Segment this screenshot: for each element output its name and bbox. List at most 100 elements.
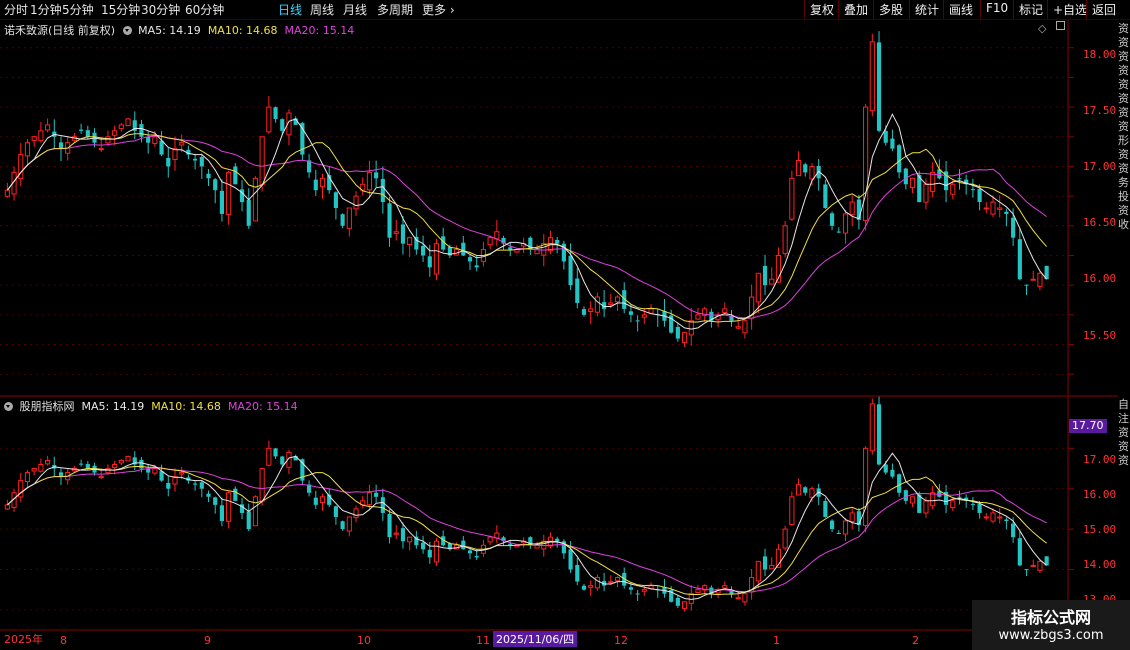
- candle-body-up: [487, 536, 493, 543]
- candle-body-up: [641, 589, 647, 592]
- candle-body-up: [24, 472, 31, 483]
- ma10-line: [7, 133, 1047, 323]
- date-tick: 10: [357, 634, 371, 647]
- candle-body-up: [118, 459, 124, 464]
- candle-body-up: [1037, 272, 1043, 287]
- candle-body-down: [340, 214, 345, 226]
- candle-body-down: [876, 404, 882, 465]
- cursor-price-box: 17.70: [1069, 419, 1107, 433]
- candle-body-down: [374, 492, 379, 497]
- candle-body-up: [252, 496, 259, 527]
- diamond-icon[interactable]: ◇: [1038, 22, 1046, 35]
- candle-body-down: [1017, 538, 1022, 566]
- candle-body-down: [213, 497, 218, 505]
- candle-body-up: [809, 488, 815, 498]
- candle-body-down: [568, 549, 573, 570]
- stock-title: 诺禾致源(日线 前复权): [4, 24, 116, 37]
- candle-body-down: [313, 497, 318, 505]
- candle-body-down: [380, 178, 385, 203]
- y-tick: 17.00: [1083, 453, 1117, 466]
- candle-body-up: [366, 171, 373, 191]
- candle-body-down: [280, 456, 285, 465]
- y-tick: 14.00: [1083, 558, 1117, 571]
- candle-body-down: [246, 511, 251, 530]
- candle-body-down: [420, 542, 426, 550]
- watermark-banner: 指标公式网 www.zbgs3.com: [972, 600, 1130, 650]
- candle-body-up: [1030, 564, 1036, 567]
- main-legend: 诺禾致源(日线 前复权) MA5: 14.19 MA10: 14.68 MA20…: [4, 22, 354, 38]
- candle-body-up: [4, 189, 10, 197]
- dropdown-circle-icon[interactable]: [4, 402, 13, 411]
- indicator-title: 股朋指标网: [19, 400, 75, 413]
- candle-body-down: [803, 164, 808, 173]
- candle-body-up: [722, 585, 728, 589]
- candle-body-up: [319, 496, 326, 503]
- candle-body-down: [977, 188, 982, 203]
- candle-body-up: [31, 136, 37, 141]
- y-tick: 18.00: [1083, 48, 1117, 61]
- candle-body-down: [139, 124, 144, 137]
- candle-body-down: [823, 184, 828, 208]
- y-tick: 16.50: [1083, 216, 1117, 229]
- candle-body-down: [883, 464, 888, 473]
- candle-body-up: [849, 512, 855, 522]
- candle-body-up: [983, 207, 989, 210]
- chart-frame: [0, 20, 1118, 631]
- candle-body-up: [950, 500, 956, 509]
- candle-body-up: [869, 41, 875, 112]
- ma20-value: MA20: 15.14: [284, 24, 355, 37]
- candle-body-up: [742, 320, 748, 334]
- candle-body-down: [374, 172, 379, 179]
- candle-body-down: [313, 179, 318, 191]
- dropdown-circle-icon[interactable]: [122, 26, 132, 35]
- candle-body-down: [628, 587, 634, 590]
- candle-body-down: [146, 136, 151, 143]
- candle-body-up: [769, 278, 775, 285]
- candle-body-down: [1011, 217, 1016, 238]
- candle-body-down: [461, 242, 466, 256]
- candle-body-down: [970, 504, 975, 506]
- candle-body-down: [474, 556, 479, 558]
- candle-body-down: [1024, 569, 1029, 571]
- candle-body-up: [98, 476, 104, 479]
- candle-body-down: [427, 549, 432, 558]
- candle-body-up: [614, 577, 621, 582]
- candle-body-down: [420, 245, 426, 256]
- candle-body-up: [681, 601, 688, 609]
- candle-body-up: [849, 201, 855, 216]
- candle-body-up: [259, 468, 265, 502]
- candle-body-up: [950, 183, 956, 195]
- candle-body-up: [1037, 560, 1043, 571]
- candle-body-up: [433, 540, 440, 563]
- candle-body-up: [695, 314, 701, 320]
- candle-body-up: [863, 106, 869, 221]
- kline-chart[interactable]: [0, 0, 1130, 650]
- candle-body-down: [575, 564, 580, 582]
- ma20-line: [7, 135, 1047, 319]
- candle-body-up: [909, 496, 916, 504]
- candle-body-up: [1030, 278, 1036, 281]
- candle-body-down: [467, 257, 473, 262]
- candle-body-up: [641, 314, 647, 318]
- candle-body-up: [842, 520, 849, 535]
- candle-body-down: [1004, 211, 1009, 214]
- candle-body-down: [903, 490, 908, 501]
- candle-body-up: [923, 183, 929, 203]
- candle-body-down: [467, 550, 473, 554]
- candle-body-down: [890, 469, 895, 477]
- date-tick: 9: [204, 634, 211, 647]
- candle-body-down: [823, 500, 828, 517]
- candle-body-down: [85, 130, 90, 137]
- candle-body-up: [393, 532, 399, 535]
- settings-square-icon[interactable]: [1056, 21, 1065, 30]
- candle-body-up: [614, 296, 621, 303]
- date-tick: 12: [614, 634, 628, 647]
- candle-body-up: [990, 512, 996, 522]
- candle-body-down: [555, 538, 560, 542]
- candle-body-down: [1024, 284, 1029, 286]
- candle-body-up: [594, 296, 600, 313]
- candle-body-up: [842, 213, 849, 234]
- cursor-date-box: 2025/11/06/四: [493, 631, 578, 647]
- candle-body-up: [608, 302, 614, 306]
- candle-body-up: [755, 560, 761, 582]
